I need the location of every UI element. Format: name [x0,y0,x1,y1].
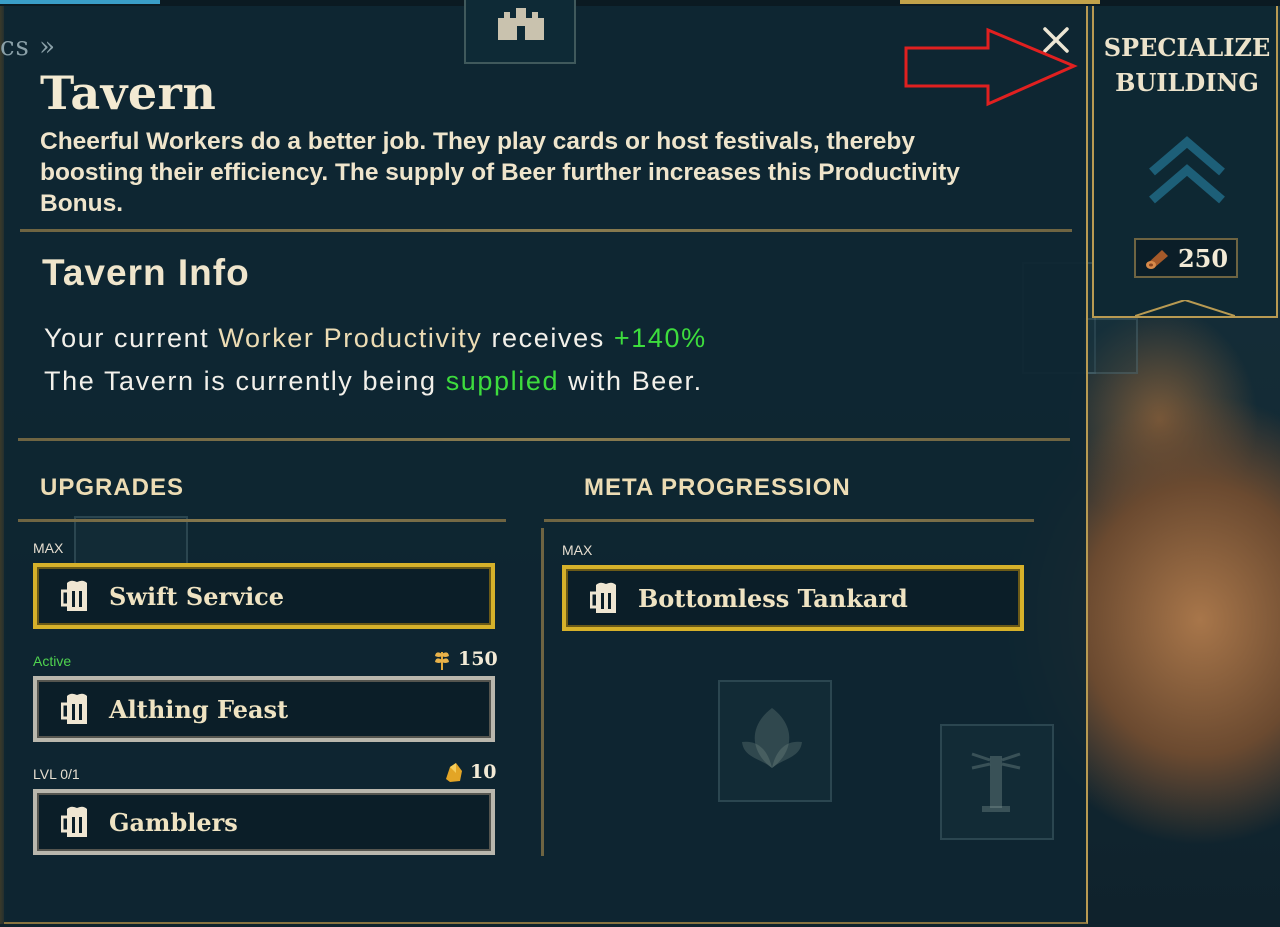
upgrade-status: Active [33,653,72,669]
upgrade-status: MAX [33,540,64,556]
double-chevron-up-icon [1149,136,1225,204]
beer-mug-icon [61,693,87,724]
beer-mug-icon [61,806,87,837]
castle-tab[interactable] [464,0,576,64]
annotation-arrow [904,27,1078,107]
building-description: Cheerful Workers do a better job. They p… [40,128,960,217]
beer-mug-icon [61,580,87,611]
wood-log-icon [1145,250,1168,269]
castle-icon [498,8,544,40]
lighthouse-icon [971,752,1021,812]
info-divider [18,438,1070,441]
column-divider [541,528,544,856]
upgrade-swift-service[interactable]: Swift Service [33,563,495,629]
upgrade-status: LVL 0/1 [33,766,80,782]
productivity-line: Your current Worker Productivity receive… [44,323,707,353]
meta-bottomless-tankard[interactable]: Bottomless Tankard [562,565,1024,631]
upgrade-label: Gamblers [109,807,238,837]
specialize-title: SPECIALIZE BUILDING [1103,33,1271,97]
supply-line: The Tavern is currently being supplied w… [44,366,703,396]
background-building-tile [1084,318,1138,374]
upgrade-cost: 10 [444,761,496,783]
specialize-cost: 250 [1134,238,1238,278]
upgrades-heading: UPGRADES [40,474,185,501]
meta-underline [544,519,1034,522]
building-title: Tavern [40,66,217,120]
meta-status: MAX [562,542,593,558]
upgrade-althing-feast[interactable]: Althing Feast [33,676,495,742]
info-title: Tavern Info [42,252,250,293]
gold-nugget-icon [446,763,462,782]
specialize-panel-notch [1135,300,1235,317]
upgrade-label: Althing Feast [109,694,289,724]
upgrades-underline [18,519,506,522]
nav-back-chevron[interactable]: cs » [0,32,56,62]
supply-status: supplied [445,366,560,396]
specialize-building-button[interactable]: SPECIALIZE BUILDING 250 [1092,6,1278,318]
meta-label: Bottomless Tankard [638,583,908,613]
wheat-icon [435,652,449,670]
header-divider [20,229,1072,232]
beer-mug-icon [590,582,616,613]
worker-productivity-label: Worker Productivity [218,323,483,353]
upgrade-cost: 150 [432,648,498,670]
upgrade-label: Swift Service [109,581,285,611]
upgrade-gamblers[interactable]: Gamblers [33,789,495,855]
productivity-bonus-value: +140% [613,323,707,353]
leaf-icon [742,708,802,768]
meta-progression-heading: META PROGRESSION [584,474,851,501]
